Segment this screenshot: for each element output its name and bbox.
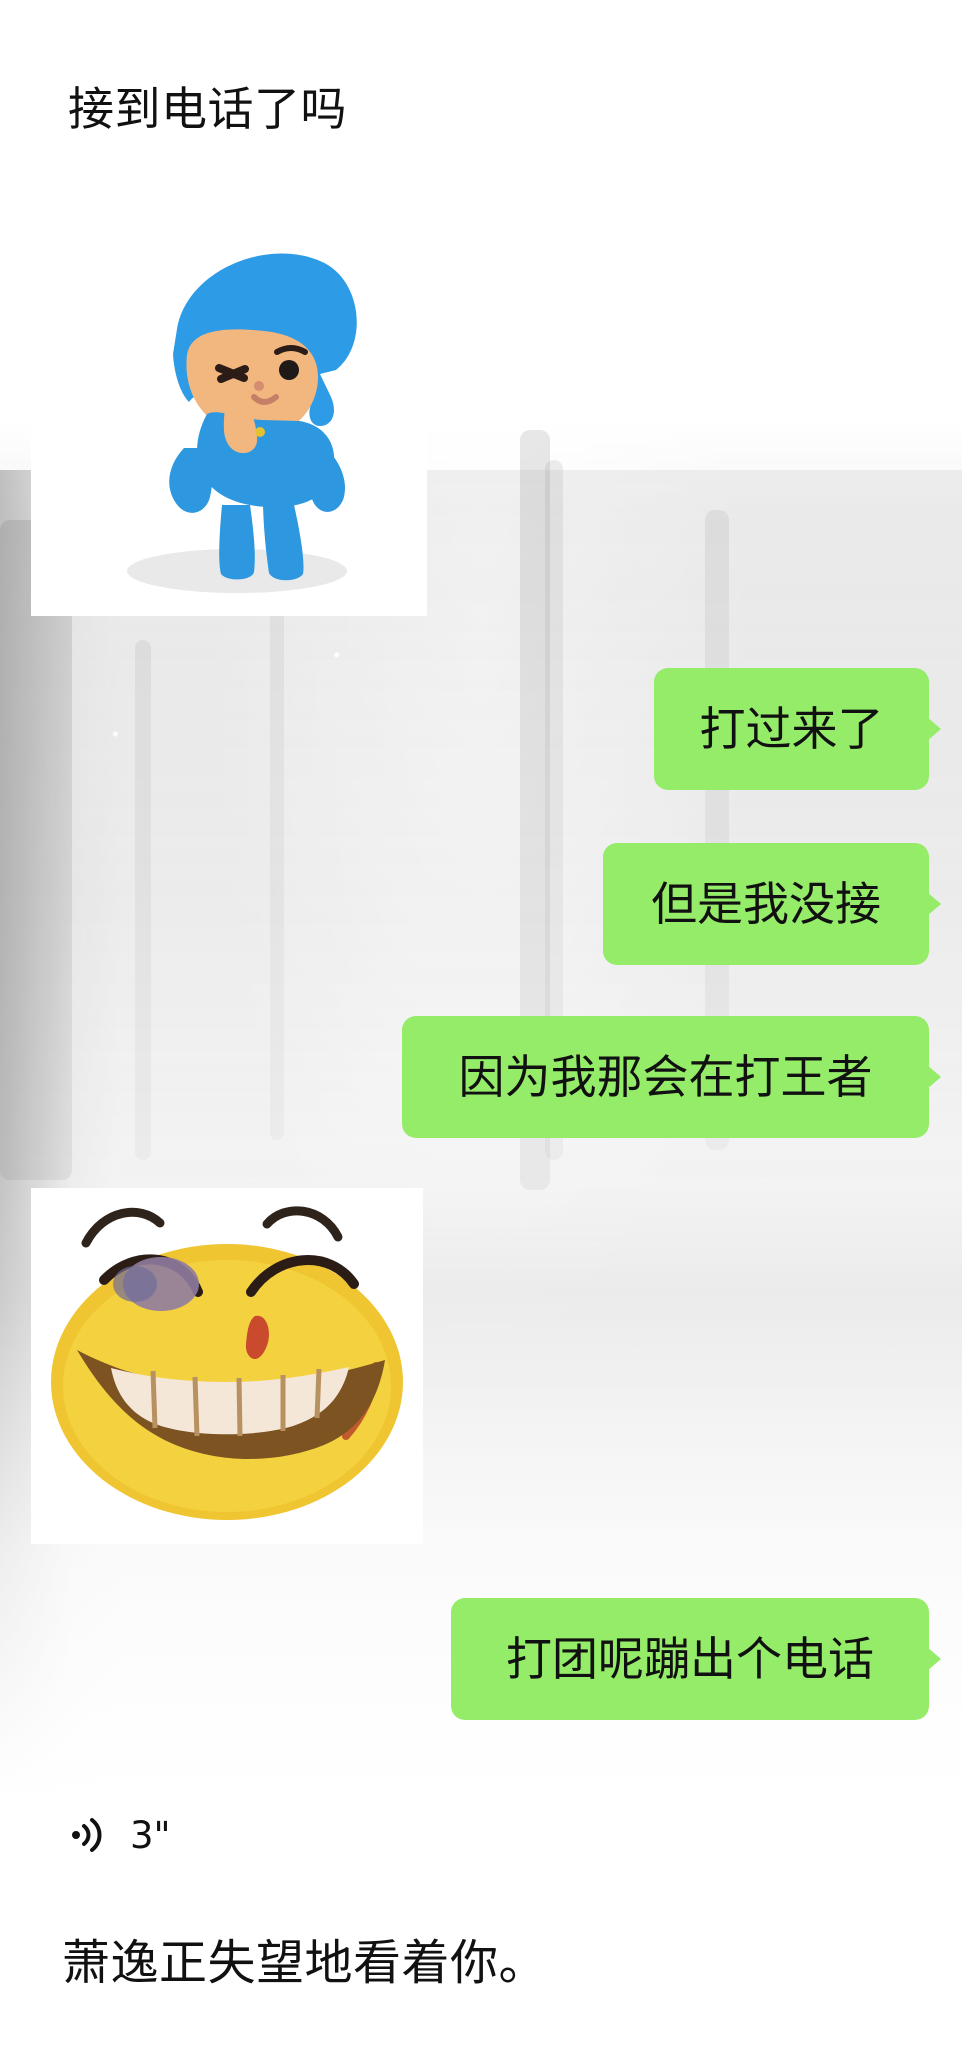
incoming-text-message: 接到电话了吗: [68, 82, 347, 136]
system-text-message: 萧逸正失望地看着你。: [62, 1935, 548, 1991]
voice-duration: 3": [130, 1813, 171, 1857]
pocoyo-sticker-image: [31, 218, 427, 616]
tree-trunk: [270, 610, 284, 1140]
outgoing-text-message[interactable]: 打团呢蹦出个电话: [451, 1598, 929, 1720]
grinning-bruised-face-image: [31, 1188, 423, 1544]
voice-icon: [72, 1818, 102, 1852]
tree-trunk: [0, 520, 72, 1180]
outgoing-text-message[interactable]: 因为我那会在打王者: [402, 1016, 929, 1138]
voice-message[interactable]: 3": [66, 1807, 171, 1863]
tree-trunk: [135, 640, 151, 1160]
pocoyo-sticker[interactable]: [31, 218, 427, 616]
outgoing-text-message[interactable]: 打过来了: [654, 668, 929, 790]
outgoing-text-message[interactable]: 但是我没接: [603, 843, 929, 965]
grinning-bruised-face-sticker[interactable]: [31, 1188, 423, 1544]
